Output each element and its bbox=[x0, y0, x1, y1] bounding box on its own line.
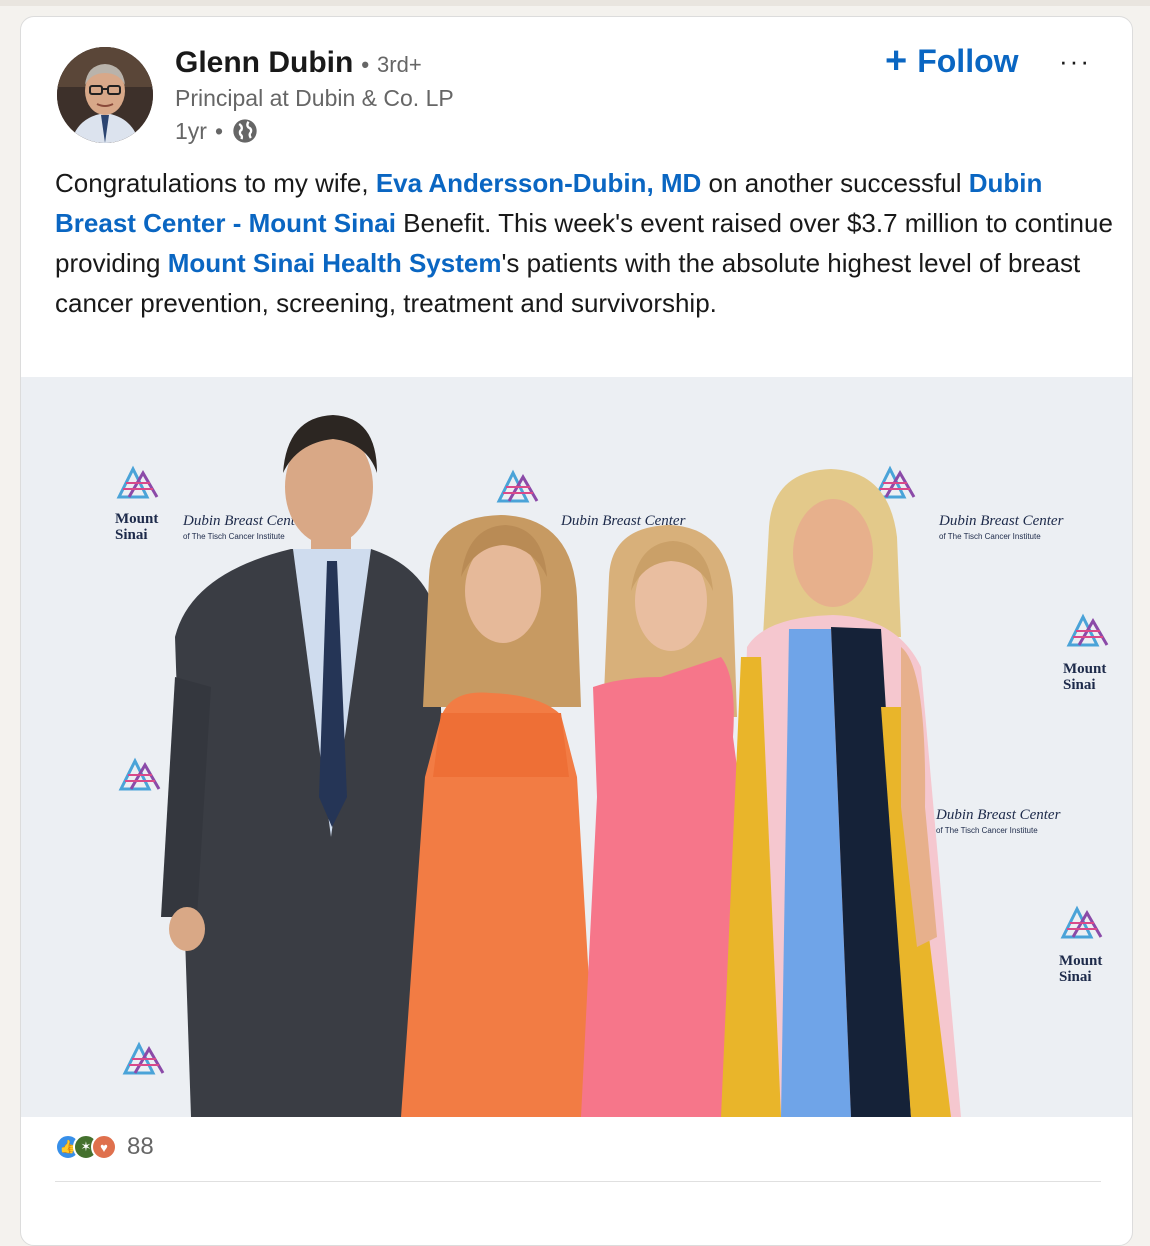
post-body-text-1: Congratulations to my wife, bbox=[55, 168, 376, 198]
author-name-row: Glenn Dubin • 3rd+ bbox=[175, 46, 422, 80]
author-headline: Principal at Dubin & Co. LP bbox=[175, 85, 454, 111]
feed-post-card: Glenn Dubin • 3rd+ Principal at Dubin & … bbox=[20, 16, 1133, 1246]
post-time: 1yr bbox=[175, 117, 207, 144]
backdrop-logo-text-2: Sinai bbox=[115, 527, 148, 543]
backdrop-sub-text-4: of The Tisch Cancer Institute bbox=[936, 826, 1038, 835]
event-photo: Mount Sinai Dubin Breast Center of The T… bbox=[21, 377, 1132, 1117]
backdrop-sub-text-3: of The Tisch Cancer Institute bbox=[939, 532, 1041, 541]
degree-separator: • bbox=[361, 52, 370, 77]
backdrop-logo-text-4: Mount bbox=[1063, 661, 1106, 677]
backdrop-logo-text-6: Mount bbox=[1059, 953, 1102, 969]
post-meta: 1yr • bbox=[175, 117, 259, 145]
reaction-count: 88 bbox=[127, 1133, 154, 1160]
reactions-summary[interactable]: 👍 ✶ ♥ 88 bbox=[55, 1133, 154, 1161]
post-image[interactable]: Mount Sinai Dubin Breast Center of The T… bbox=[21, 377, 1132, 1117]
person-woman-orange bbox=[401, 515, 597, 1117]
backdrop-logo-text-5: Sinai bbox=[1063, 677, 1096, 693]
more-options-button[interactable]: ··· bbox=[1053, 43, 1097, 79]
time-separator: • bbox=[214, 117, 224, 144]
author-avatar[interactable] bbox=[57, 47, 153, 143]
post-body-text-2: on another successful bbox=[701, 168, 969, 198]
backdrop-logo-text: Mount bbox=[115, 511, 158, 527]
avatar-photo bbox=[57, 47, 153, 143]
backdrop-center-text: Dubin Breast Center bbox=[182, 513, 308, 529]
backdrop-logo-text-7: Sinai bbox=[1059, 969, 1092, 985]
social-divider bbox=[55, 1181, 1101, 1182]
ellipsis-icon: ··· bbox=[1059, 45, 1091, 76]
page-top-strip bbox=[0, 0, 1150, 6]
author-name[interactable]: Glenn Dubin bbox=[175, 46, 353, 80]
plus-icon: + bbox=[885, 40, 908, 82]
backdrop-sub-text: of The Tisch Cancer Institute bbox=[183, 532, 285, 541]
globe-icon bbox=[231, 117, 259, 145]
follow-label: Follow bbox=[917, 42, 1019, 79]
mention-mount-sinai-health-system[interactable]: Mount Sinai Health System bbox=[168, 248, 502, 278]
backdrop-center-text-4: Dubin Breast Center bbox=[935, 807, 1061, 823]
connection-degree: 3rd+ bbox=[377, 52, 422, 77]
backdrop-center-text-3: Dubin Breast Center bbox=[938, 513, 1064, 529]
mention-eva-andersson-dubin[interactable]: Eva Andersson-Dubin, MD bbox=[376, 168, 702, 198]
post-body: Congratulations to my wife, Eva Andersso… bbox=[55, 163, 1115, 323]
love-icon: ♥ bbox=[91, 1134, 117, 1160]
follow-button[interactable]: + Follow bbox=[881, 39, 1023, 83]
reaction-icons: 👍 ✶ ♥ bbox=[55, 1134, 117, 1160]
